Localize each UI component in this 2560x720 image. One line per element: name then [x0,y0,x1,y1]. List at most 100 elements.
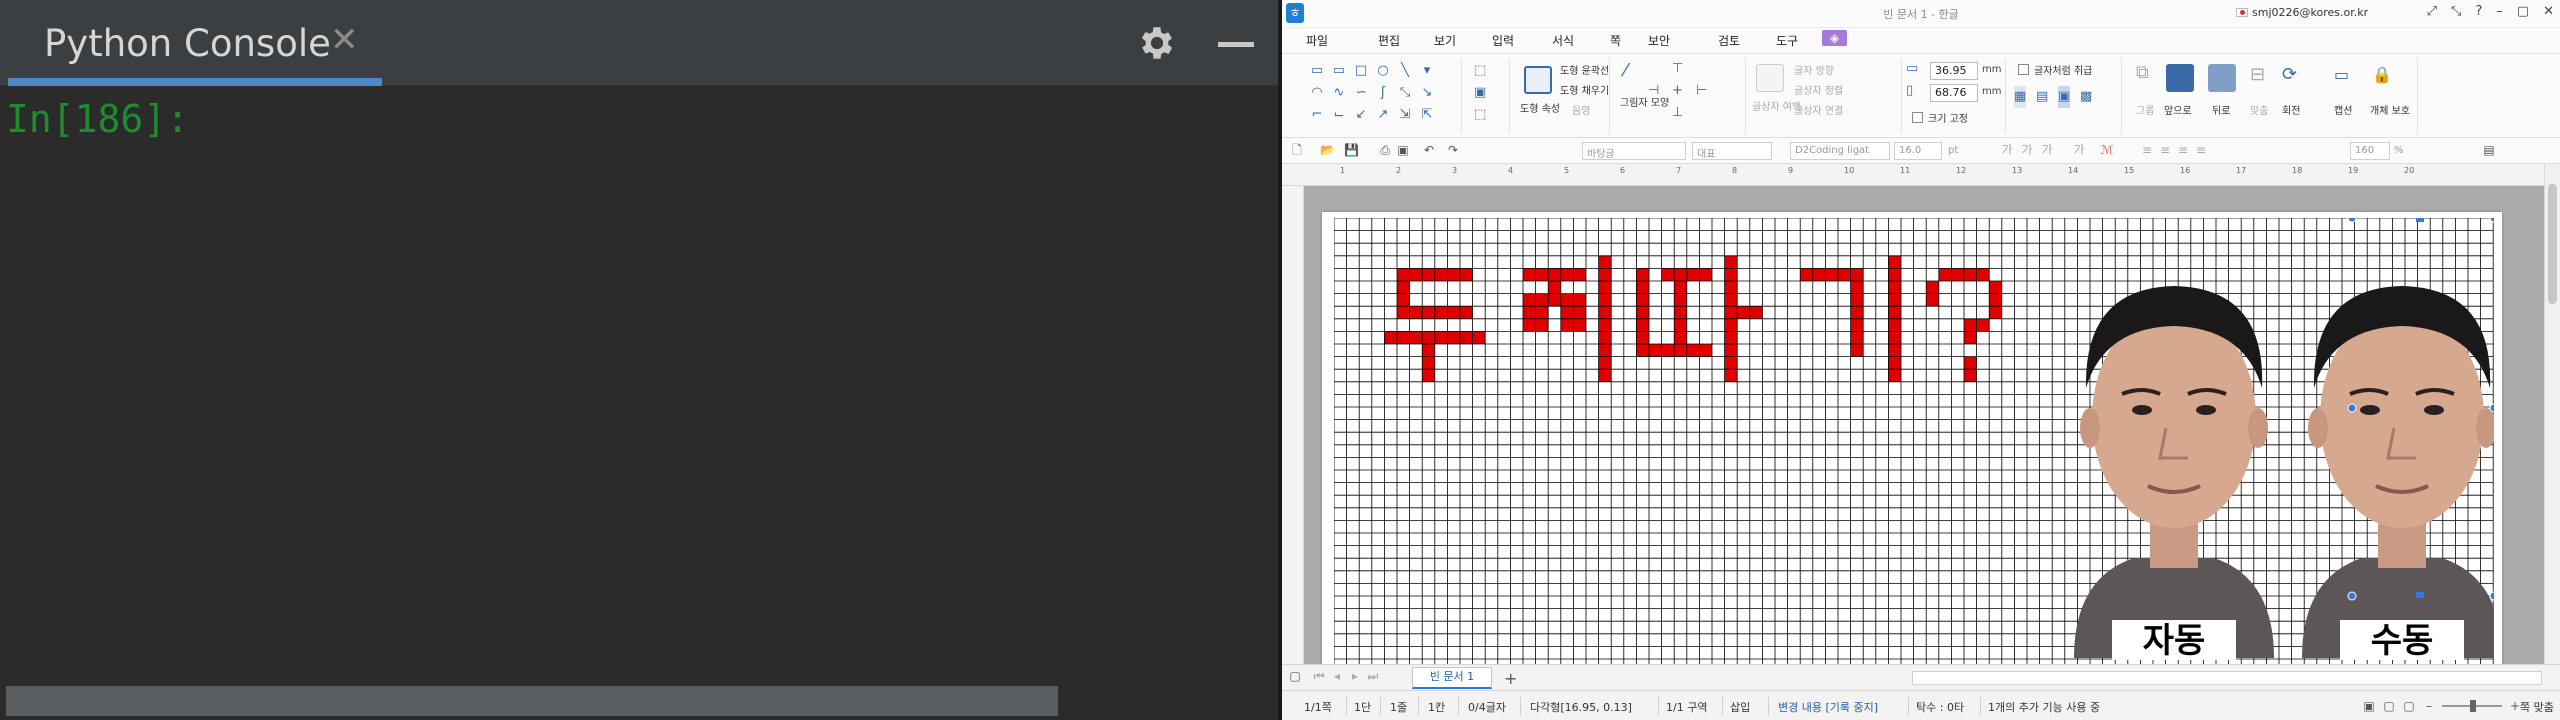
elbow-connector-icon[interactable]: ⌐ [1306,104,1328,126]
font-select[interactable]: D2Coding ligat [1790,142,1890,160]
font-size-input[interactable]: 16.0 [1894,142,1942,160]
print-icon[interactable]: ⎙ [1378,143,1392,157]
align-top-icon[interactable]: ⊤ [1672,58,1683,80]
wrap-behind-icon[interactable]: ▣ [2058,86,2071,108]
grid-drawing[interactable]: 자동 수동 [1334,218,2494,664]
close-icon[interactable]: ✕ [330,20,359,60]
height-input[interactable]: 68.76 [1930,84,1978,102]
treat-as-char-checkbox[interactable] [2018,64,2029,75]
shadow-label[interactable]: 음영 [1572,102,1590,117]
line-style-label[interactable]: 도형 윤곽선 [1560,62,1609,77]
status-insert-mode[interactable]: 삽입 [1730,699,1750,715]
account-email[interactable]: smj0226@kores.or.kr [2252,6,2368,19]
fullscreen-icon[interactable]: ⤢ [2427,4,2437,19]
picture-shape-icon[interactable]: ⁄ [1624,60,1627,82]
scribble-icon[interactable]: ʃ [1372,82,1394,104]
portrait-auto[interactable] [2074,286,2274,658]
bold-icon[interactable]: 가 [2000,143,2014,157]
freeform-icon[interactable]: ∽ [1350,82,1372,104]
text-margin-icon[interactable] [1756,64,1784,92]
text-direction-label[interactable]: 글자 방향 [1794,62,1834,77]
horizontal-ruler[interactable]: 1 2 3 4 5 6 7 8 9 10 11 12 13 14 15 16 17 18 19 20 [1282,164,2560,186]
add-tab-button[interactable]: + [1504,669,1517,688]
protect-label[interactable]: 개체 보호 [2370,102,2410,117]
align-left-icon[interactable]: ⊣ [1648,80,1659,102]
edit-points-icon[interactable]: ⬚ [1474,60,1486,82]
send-backward-icon[interactable] [2208,64,2236,92]
restore-small-icon[interactable]: ⤡ [2451,4,2461,19]
zoom-out-icon[interactable]: – [2422,699,2436,713]
italic-icon[interactable]: 가 [2020,143,2034,157]
align-right-text-icon[interactable]: ≡ [2194,143,2208,157]
fill-style-label[interactable]: 도형 채우기 [1560,82,1609,97]
font-language-select[interactable]: 대표 [1692,142,1772,160]
open-folder-icon[interactable]: 📂 [1320,143,1335,157]
input-prompt[interactable]: In[186]: [6,97,189,141]
bring-forward-label[interactable]: 앞으로 [2164,102,2192,117]
tab-scroll-next-icon[interactable]: ▸ [1348,669,1362,683]
caption-icon[interactable]: ▭ [2334,64,2349,86]
vertical-text-box-icon[interactable]: ▭ [1328,60,1350,82]
ellipse-icon[interactable]: ○ [1372,60,1394,82]
caption-label[interactable]: 캡션 [2334,102,2352,117]
connector3-icon[interactable]: ↗ [1372,104,1394,126]
window-minimize-button[interactable]: – [2496,4,2503,19]
window-close-button[interactable]: ✕ [2543,4,2554,19]
view-fit-icon[interactable]: ▢ [2402,699,2416,713]
tab-scroll-prev-icon[interactable]: ◂ [1330,669,1344,683]
group-icon[interactable]: ⧉ [2136,62,2149,84]
align-center-text-icon[interactable]: ≡ [2176,143,2190,157]
selection-handle[interactable] [2347,218,2357,223]
window-maximize-button[interactable]: ▢ [2517,4,2529,19]
align-middle-icon[interactable]: + [1672,80,1683,102]
group-label[interactable]: 그룹 [2136,102,2154,117]
view-page-icon[interactable]: ▢ [2382,699,2396,713]
selection-handle[interactable] [2489,591,2494,601]
menu-insert[interactable]: 입력 [1492,32,1514,49]
arc-icon[interactable]: ◠ [1306,82,1328,104]
send-backward-label[interactable]: 뒤로 [2212,102,2230,117]
bring-forward-icon[interactable] [2166,64,2194,92]
selection-handle[interactable] [2347,403,2357,413]
curved-connector-icon[interactable]: ⌙ [1328,104,1350,126]
style-select[interactable]: 바탕글 [1582,142,1686,160]
align-objects-icon[interactable]: ⊟ [2250,64,2265,86]
selection-handle[interactable] [2489,218,2494,223]
shape-fit-icon[interactable]: ▣ [1474,82,1486,104]
rotate-label[interactable]: 회전 [2282,102,2300,117]
rectangle-icon[interactable]: □ [1350,60,1372,82]
text-box-icon[interactable]: ▭ [1306,60,1328,82]
connector5-icon[interactable]: ⇱ [1416,104,1438,126]
fix-size-checkbox[interactable] [1912,112,1923,123]
highlight-color-icon[interactable]: ℳ [2100,143,2114,157]
align-justify-icon[interactable]: ≡ [2140,143,2154,157]
line-spacing-input[interactable]: 160 [2350,142,2390,160]
align-left-text-icon[interactable]: ≡ [2158,143,2172,157]
menu-tools[interactable]: 도구 [1776,32,1798,49]
status-addons[interactable]: 1개의 추가 기능 사용 중 [1988,699,2100,715]
zoom-slider-handle[interactable] [2470,700,2476,712]
wrap-top-bottom-icon[interactable]: ▤ [2036,86,2048,108]
new-document-icon[interactable]: 🗋 [1290,143,1304,157]
selection-handle[interactable] [2347,591,2357,601]
menu-view[interactable]: 보기 [1434,32,1456,49]
selection-handle[interactable] [2416,218,2424,222]
text-link-label[interactable]: 글상자 연결 [1794,102,1843,117]
shape-property-icon[interactable] [1524,66,1552,94]
connector-icon[interactable]: ⤡ [1394,82,1416,104]
tab-document-1[interactable]: 빈 문서 1 [1412,667,1492,689]
text-color-icon[interactable]: 가 [2072,143,2086,157]
tab-scroll-first-icon[interactable]: ⏮ [1312,669,1326,683]
shape-context-tab[interactable]: ◈ [1822,30,1848,46]
zoom-fit-label[interactable]: 쪽 맞춤 [2520,699,2554,715]
curve-icon[interactable]: ∿ [1328,82,1350,104]
menu-page[interactable]: 쪽 [1610,32,1621,49]
selection-handle[interactable] [2416,592,2424,598]
shape-property-label[interactable]: 도형 속성 [1520,100,1560,115]
underline-icon[interactable]: 가 [2040,143,2054,157]
connector4-icon[interactable]: ⇲ [1394,104,1416,126]
view-normal-icon[interactable]: ▣ [2362,699,2376,713]
text-align-label[interactable]: 글상자 정렬 [1794,82,1843,97]
minimize-icon[interactable] [1218,42,1254,47]
tab-python-console[interactable]: Python Console ✕ [8,0,382,86]
